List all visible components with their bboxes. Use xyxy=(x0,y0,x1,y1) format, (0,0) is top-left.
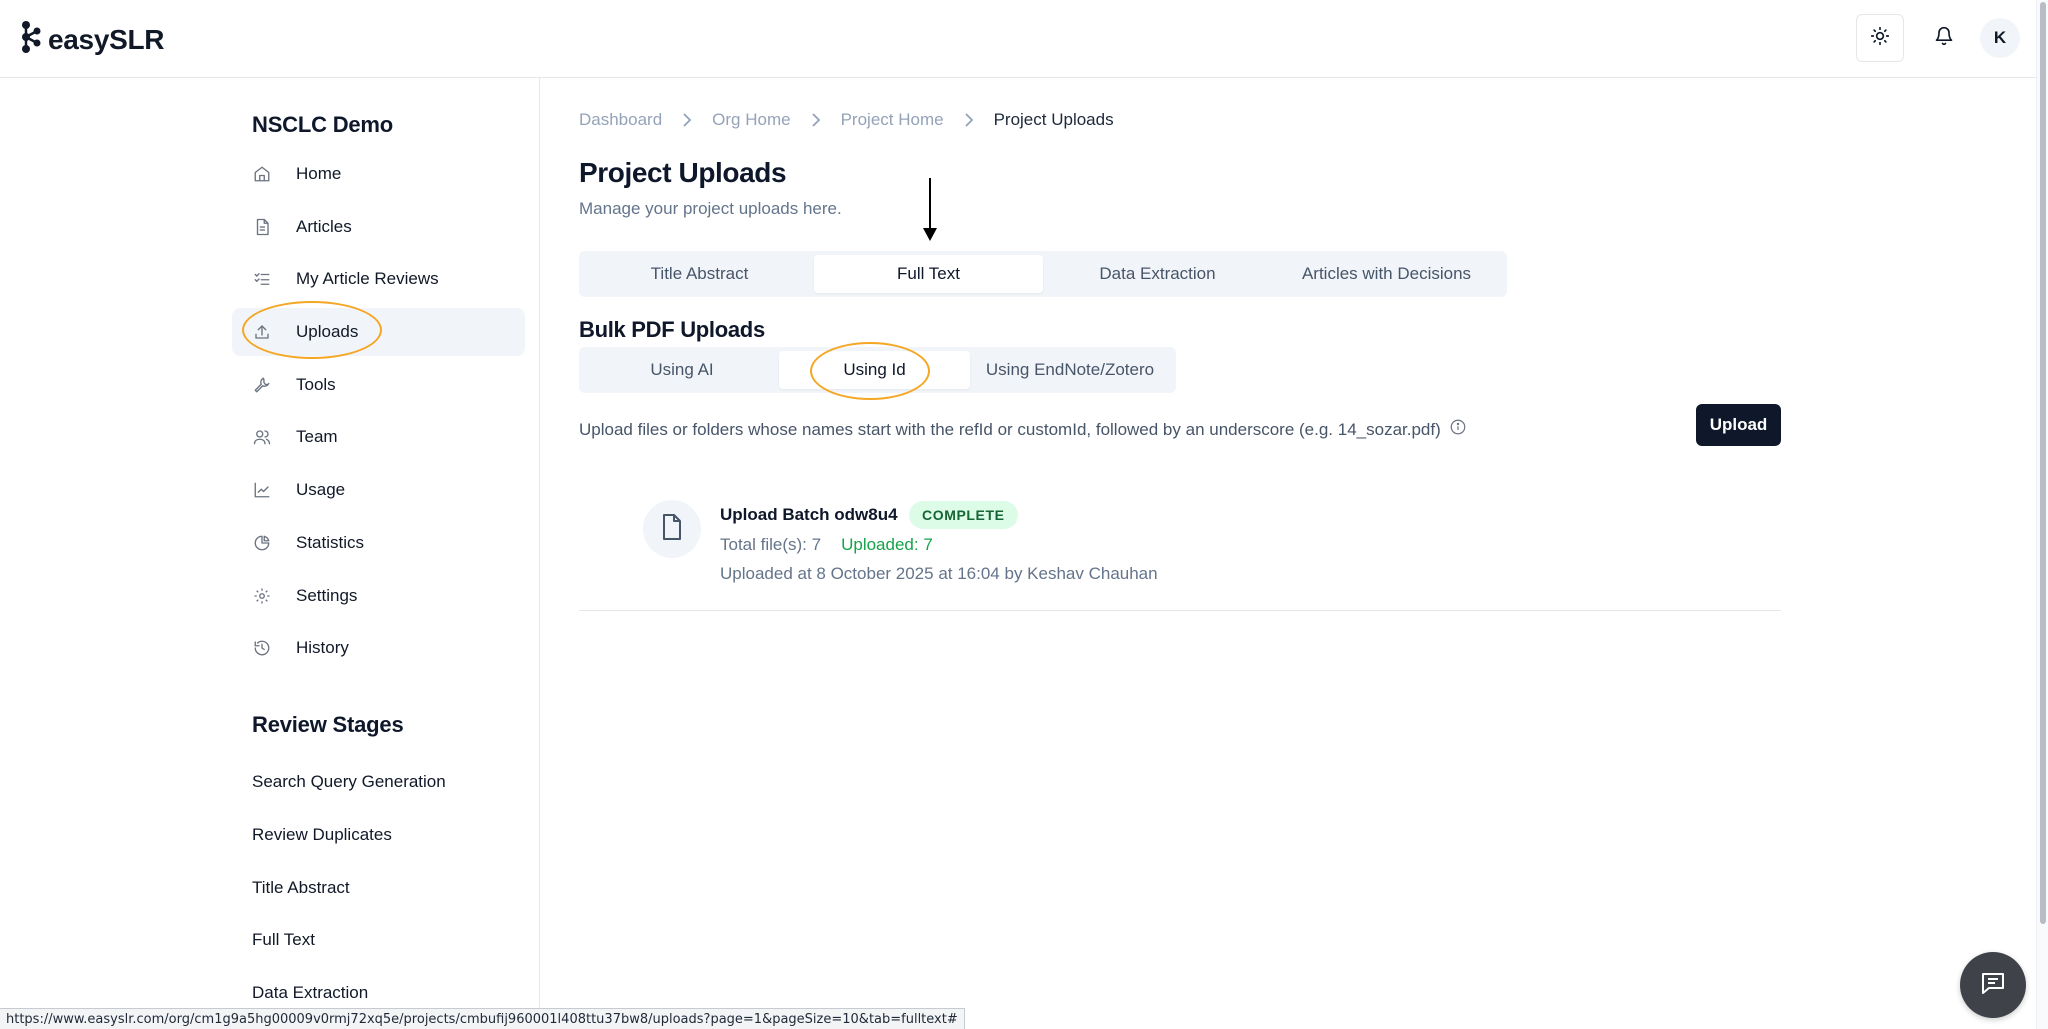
breadcrumb-dashboard[interactable]: Dashboard xyxy=(579,110,662,130)
sidebar-item-home[interactable]: Home xyxy=(232,150,525,198)
chevron-right-icon xyxy=(811,113,821,127)
batch-uploaded-count: Uploaded: 7 xyxy=(841,535,933,554)
sidebar-item-my-article-reviews[interactable]: My Article Reviews xyxy=(232,255,525,303)
upload-batch-row[interactable]: Upload Batch odw8u4 COMPLETE Total file(… xyxy=(579,480,1781,611)
tab-title-abstract[interactable]: Title Abstract xyxy=(585,255,814,293)
chevron-right-icon xyxy=(964,113,974,127)
subtab-using-id[interactable]: Using Id xyxy=(779,351,970,389)
subtab-using-ai[interactable]: Using AI xyxy=(585,351,779,389)
history-icon xyxy=(252,638,272,658)
sidebar-item-label: Team xyxy=(296,427,338,447)
sidebar-item-label: Settings xyxy=(296,585,358,605)
scrollbar-thumb[interactable] xyxy=(2040,2,2046,924)
home-icon xyxy=(252,164,272,184)
chat-icon xyxy=(1980,971,2006,1000)
sidebar-item-team[interactable]: Team xyxy=(232,413,525,461)
breadcrumb-org-home[interactable]: Org Home xyxy=(712,110,790,130)
sidebar-item-label: Home xyxy=(296,164,342,183)
breadcrumb: Dashboard Org Home Project Home Project … xyxy=(579,110,1114,130)
stage-tabs: Title Abstract Full Text Data Extraction… xyxy=(579,251,1507,297)
document-icon xyxy=(252,217,272,237)
logo-text: easySLR xyxy=(48,23,165,55)
file-avatar xyxy=(643,500,701,558)
batch-stats: Total file(s): 7 Uploaded: 7 xyxy=(720,535,933,555)
list-check-icon xyxy=(252,269,272,289)
sidebar-item-label: Uploads xyxy=(296,322,359,342)
user-avatar[interactable]: K xyxy=(1980,18,2020,58)
tab-full-text[interactable]: Full Text xyxy=(814,255,1043,293)
bulk-uploads-title: Bulk PDF Uploads xyxy=(579,317,765,342)
upload-help-text: Upload files or folders whose names star… xyxy=(579,419,1441,439)
gear-icon xyxy=(252,586,272,606)
sidebar-item-articles[interactable]: Articles xyxy=(232,203,525,251)
sidebar-item-label: History xyxy=(296,638,349,658)
sun-icon xyxy=(1870,26,1890,51)
file-icon xyxy=(660,513,684,545)
pie-chart-icon xyxy=(252,533,272,553)
sidebar-item-statistics[interactable]: Statistics xyxy=(232,519,525,567)
subtab-using-endnote-zotero[interactable]: Using EndNote/Zotero xyxy=(970,351,1170,389)
arrow-down-icon xyxy=(922,178,938,247)
upload-method-tabs: Using AI Using Id Using EndNote/Zotero xyxy=(579,347,1176,393)
breadcrumb-project-home[interactable]: Project Home xyxy=(841,110,944,130)
sidebar-item-label: Articles xyxy=(296,216,352,236)
sidebar-nav: Home Articles My Article Reviews Uploads… xyxy=(232,150,525,677)
sidebar-item-label: Tools xyxy=(296,374,336,394)
tab-articles-with-decisions[interactable]: Articles with Decisions xyxy=(1272,255,1501,293)
batch-title: Upload Batch odw8u4 xyxy=(720,505,898,524)
top-bar: easySLR K xyxy=(0,0,2048,78)
sidebar-item-uploads[interactable]: Uploads xyxy=(232,308,525,357)
sidebar-item-usage[interactable]: Usage xyxy=(232,466,525,514)
chat-button[interactable] xyxy=(1960,952,2026,1018)
sidebar-item-label: Statistics xyxy=(296,532,365,552)
notifications-button[interactable] xyxy=(1920,14,1968,62)
chart-line-icon xyxy=(252,480,272,500)
stage-review-duplicates[interactable]: Review Duplicates xyxy=(252,809,446,862)
status-bar-url: https://www.easyslr.com/org/cm1g9a5hg000… xyxy=(0,1008,965,1029)
batch-meta: Uploaded at 8 October 2025 at 16:04 by K… xyxy=(720,564,1158,583)
wrench-icon xyxy=(252,375,272,395)
breadcrumb-current: Project Uploads xyxy=(993,110,1114,129)
page-subtitle: Manage your project uploads here. xyxy=(579,199,842,218)
sidebar: NSCLC Demo Home Articles My Article Revi… xyxy=(0,78,540,1029)
stage-full-text[interactable]: Full Text xyxy=(252,914,446,967)
users-icon xyxy=(252,427,272,447)
page-title: Project Uploads xyxy=(579,157,787,188)
project-name: NSCLC Demo xyxy=(252,112,394,137)
tab-data-extraction[interactable]: Data Extraction xyxy=(1043,255,1272,293)
review-stages-list: Search Query Generation Review Duplicate… xyxy=(252,756,446,1019)
theme-toggle-button[interactable] xyxy=(1856,14,1904,62)
upload-button[interactable]: Upload xyxy=(1696,404,1781,446)
info-icon[interactable] xyxy=(1449,418,1467,441)
sidebar-item-label: My Article Reviews xyxy=(296,269,439,289)
logo-mark-icon xyxy=(20,20,42,59)
page-scrollbar[interactable] xyxy=(2036,0,2048,1029)
review-stages-title: Review Stages xyxy=(252,712,404,737)
upload-icon xyxy=(252,322,272,342)
stage-title-abstract[interactable]: Title Abstract xyxy=(252,861,446,914)
sidebar-item-history[interactable]: History xyxy=(232,624,525,672)
batch-total-files: Total file(s): 7 xyxy=(720,535,822,554)
upload-help: Upload files or folders whose names star… xyxy=(579,418,1467,441)
sidebar-item-tools[interactable]: Tools xyxy=(232,361,525,409)
status-badge: COMPLETE xyxy=(909,501,1018,529)
bell-icon xyxy=(1934,26,1954,51)
stage-search-query-generation[interactable]: Search Query Generation xyxy=(252,756,446,809)
sidebar-item-settings[interactable]: Settings xyxy=(232,572,525,620)
chevron-right-icon xyxy=(682,113,692,127)
sidebar-item-label: Usage xyxy=(296,480,346,500)
app-logo[interactable]: easySLR xyxy=(20,20,165,59)
